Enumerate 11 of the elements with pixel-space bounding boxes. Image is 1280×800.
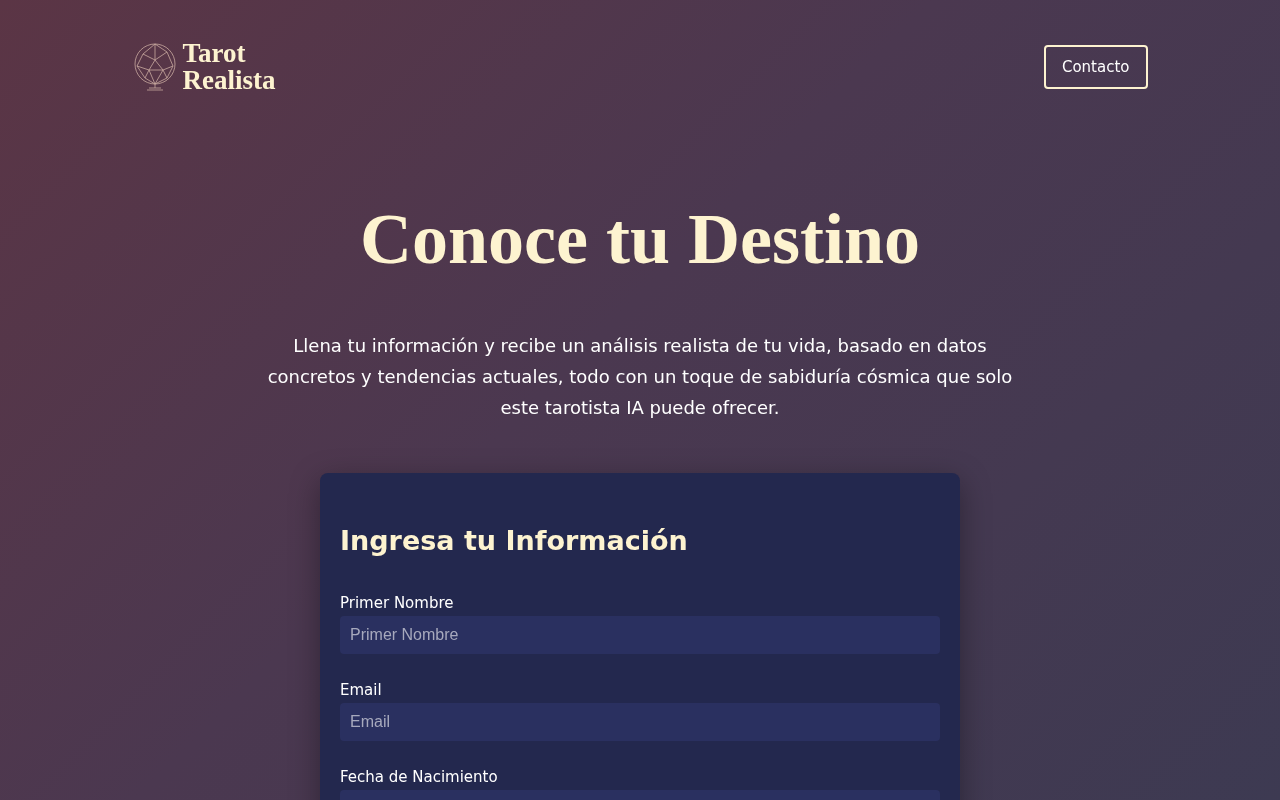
wireframe-globe-icon [132, 42, 177, 92]
hero-description: Llena tu información y recibe un análisis realista de tu vida, basado en datos concretos y tendencias actuales, todo con un toque de sabiduría cósmica que solo este tarotista IA puede ofrecer. [266, 334, 1014, 420]
text-input-field[interactable]: Primer Nombre [340, 616, 940, 654]
text-input-field[interactable]: Email [340, 703, 940, 741]
contact-button[interactable]: Contacto [1043, 45, 1148, 89]
form-title: Ingresa tu Información [340, 524, 689, 558]
logo-text: Tarot Realista [182, 40, 277, 94]
field-label: Primer Nombre [340, 593, 454, 614]
field-label: Email [340, 680, 382, 701]
hero-title: Conoce tu Destino [360, 198, 920, 281]
field-label: Fecha de Nacimiento [340, 767, 498, 788]
